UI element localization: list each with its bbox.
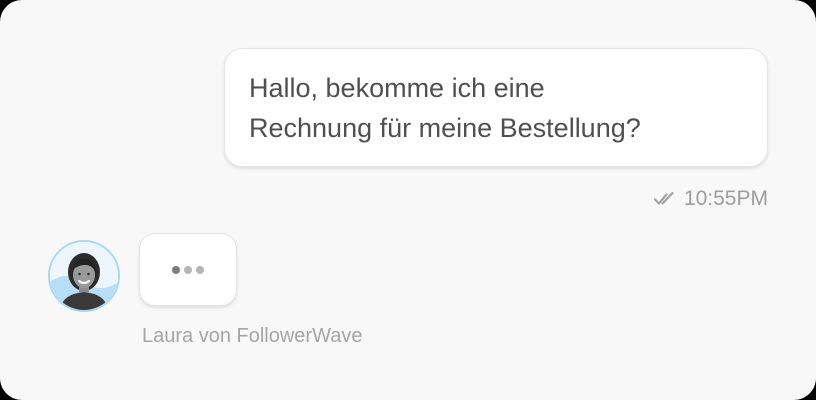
typing-indicator-bubble <box>139 233 237 306</box>
double-check-icon <box>653 191 676 207</box>
agent-name-label: Laura von FollowerWave <box>142 325 363 347</box>
user-message-line-2: Rechnung für meine Bestellung? <box>249 113 641 143</box>
agent-avatar <box>48 240 120 312</box>
chat-window: Hallo, bekomme ich eine Rechnung für mei… <box>0 0 816 400</box>
message-timestamp: 10:55PM <box>683 187 768 210</box>
typing-dot-icon <box>184 265 192 274</box>
user-message-line-1: Hallo, bekomme ich eine <box>249 73 545 103</box>
typing-dot-icon <box>172 265 180 274</box>
message-meta: 10:55PM <box>653 184 768 214</box>
user-message-bubble: Hallo, bekomme ich eine Rechnung für mei… <box>224 48 768 167</box>
typing-dot-icon <box>196 265 204 274</box>
